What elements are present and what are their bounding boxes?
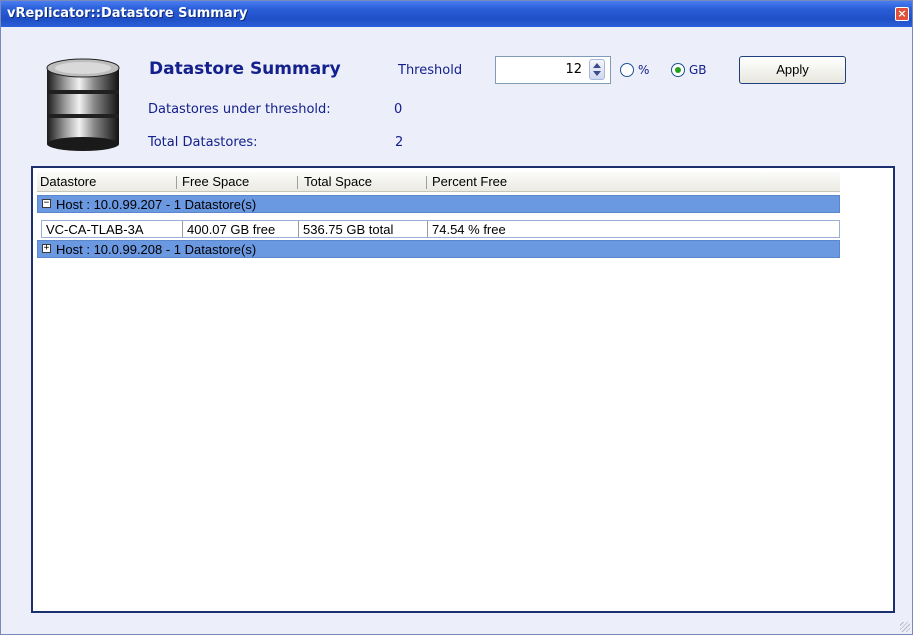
column-header-datastore[interactable]: Datastore [40,174,96,189]
gb-radio-label: GB [689,63,707,77]
column-separator[interactable] [426,176,427,189]
window-title: vReplicator::Datastore Summary [7,6,248,21]
column-header-free-space[interactable]: Free Space [182,174,249,189]
column-header-percent-free[interactable]: Percent Free [432,174,507,189]
title-bar[interactable]: vReplicator::Datastore Summary × [1,1,912,27]
group-label: Host : 10.0.99.207 - 1 Datastore(s) [56,197,257,212]
gb-radio[interactable] [671,63,685,77]
column-separator[interactable] [297,176,298,189]
percent-radio-label: % [638,63,650,77]
cell-free-space: 400.07 GB free [183,221,299,237]
apply-button[interactable]: Apply [739,56,846,84]
close-icon[interactable]: × [895,7,909,21]
total-datastores-label: Total Datastores: [148,135,258,150]
column-separator[interactable] [176,176,177,189]
resize-grip-icon[interactable] [900,622,910,632]
expand-icon[interactable]: + [42,244,51,253]
threshold-label: Threshold [398,63,463,78]
page-title: Datastore Summary [149,59,341,79]
collapse-icon[interactable]: − [42,199,51,208]
datastore-summary-window: vReplicator::Datastore Summary × Datasto… [0,0,913,635]
under-threshold-label: Datastores under threshold: [148,102,331,117]
total-datastores-value: 2 [395,135,404,150]
cell-total-space: 536.75 GB total [299,221,428,237]
datastore-grid[interactable]: Datastore Free Space Total Space Percent… [31,166,895,613]
threshold-spinner[interactable] [589,59,605,80]
group-label: Host : 10.0.99.208 - 1 Datastore(s) [56,242,257,257]
under-threshold-value: 0 [394,102,403,117]
cell-percent-free: 74.54 % free [432,222,506,237]
table-row[interactable]: VC-CA-TLAB-3A 400.07 GB free 536.75 GB t… [41,220,840,238]
percent-radio[interactable] [620,63,634,77]
column-header-total-space[interactable]: Total Space [304,174,372,189]
group-row[interactable]: + Host : 10.0.99.208 - 1 Datastore(s) [37,240,840,258]
radio-selected-dot [675,67,681,73]
database-icon [46,58,120,151]
spinner-up-icon[interactable] [593,63,601,68]
group-row[interactable]: − Host : 10.0.99.207 - 1 Datastore(s) [37,195,840,213]
grid-header: Datastore Free Space Total Space Percent… [37,172,840,192]
spinner-down-icon[interactable] [593,71,601,76]
cell-datastore: VC-CA-TLAB-3A [42,221,183,237]
